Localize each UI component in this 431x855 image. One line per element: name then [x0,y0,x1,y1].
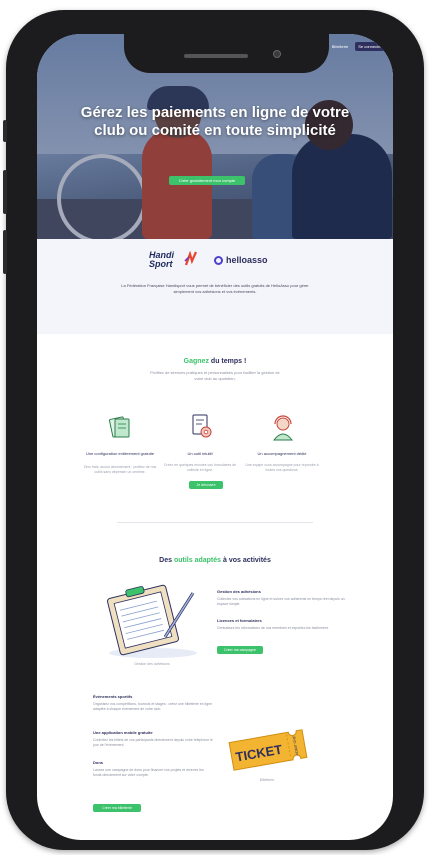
gagnez-title: Gagnez du temps ! [37,357,393,366]
create-campaign-button[interactable]: Créer ma campagne [217,646,263,654]
helloasso-logo-text: helloasso [226,255,268,265]
handisport-logo-line2: Sport [149,259,173,269]
support-headset-icon [272,415,294,441]
feature-title: Une configuration entièrement gratuite [85,451,155,456]
feature-description: Une équipe vous accompagne pour répondre… [245,463,319,472]
documents-icon [108,416,130,438]
create-ticketing-button[interactable]: Créer ma billetterie [93,804,141,812]
handisport-mark-icon [184,251,198,266]
handisport-logo: Handi Sport [149,251,174,269]
gagnez-subtitle: Profitez de services pratiques et person… [150,370,280,381]
phone-screen: Billetterie Se connecter Gérez les paiem… [37,34,393,840]
feature-title: Un outil intuitif [187,451,213,456]
nav-login-button[interactable]: Se connecter [355,42,385,51]
feature-title: Un accompagnement dédié [257,451,307,456]
feature-description: Créez en quelques minutes vos formulaire… [163,463,237,472]
outils-title-suffix: à vos activités [221,557,271,564]
donations-block-text: Lancez une campagne de dons pour finance… [93,768,204,777]
phone-side-button-volume-up [3,170,7,214]
phone-side-button-mute [3,120,7,142]
phone-side-button-volume-down [3,230,7,274]
gagnez-title-accent: Gagnez [183,358,209,365]
hero-title: Gérez les paiements en ligne de votre cl… [80,104,350,139]
outils-block-title: Gestion des adhésions [217,589,261,594]
outils-title: Des outils adaptés à vos activités [37,556,393,565]
ticket-caption: Billetterie [259,778,275,782]
hero-cta-button[interactable]: Créer gratuitement mon compte [169,176,245,185]
illustration-caption: Gestion des adhésions [134,662,170,666]
phone-frame: Billetterie Se connecter Gérez les paiem… [3,10,424,850]
ticket-illustration-icon: TICKET ADMIT ONE [228,729,308,771]
nav-billetterie-link[interactable]: Billetterie [327,42,353,51]
outils-title-prefix: Des [159,557,174,564]
outils-block-title: Licences et formulaires [217,618,262,623]
phone-speaker [184,54,248,58]
outils-block-text: Centralisez les informations de vos memb… [217,626,329,630]
gear-document-icon [192,414,212,438]
mobile-app-block-title: Une application mobile gratuite [93,730,153,735]
helloasso-logo-icon [214,256,223,265]
partners-description: La Fédération Française Handisport vous … [121,283,309,294]
mobile-app-block-text: Contrôlez les billets de vos participant… [93,738,213,747]
clipboard-illustration-icon [107,584,197,658]
gagnez-title-rest: du temps ! [208,358,247,365]
partners-section: Handi Sport helloasso La Fédération Fran… [37,239,393,334]
feature-description: Zéro frais, aucun abonnement : profitez … [83,465,157,474]
section-divider [117,522,313,523]
feature-discover-button[interactable]: Je découvre [189,481,223,489]
events-block-text: Organisez vos compétitions, tournois et … [93,702,213,711]
phone-camera [273,50,281,58]
phone-notch [124,25,329,73]
donations-block-title: Dons [93,760,103,765]
outils-block-text: Collectez vos cotisations en ligne et su… [217,597,345,606]
outils-title-accent: outils adaptés [173,557,222,564]
events-block-title: Événements sportifs [93,694,133,699]
